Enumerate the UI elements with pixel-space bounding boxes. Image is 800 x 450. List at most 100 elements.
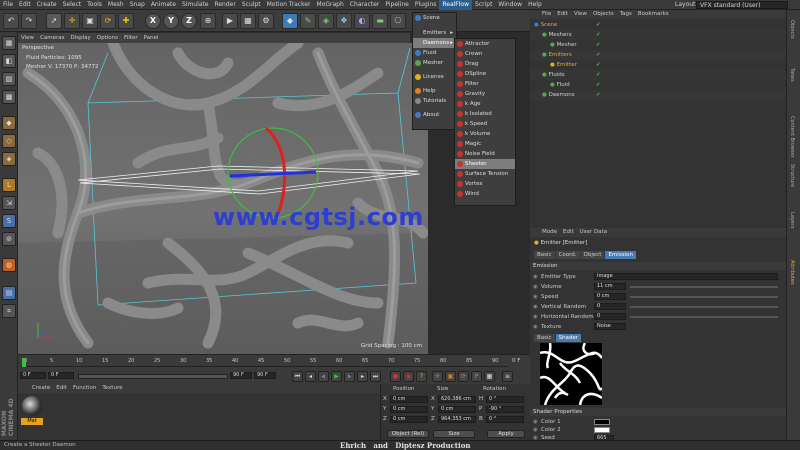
subtab-basic[interactable]: Basic (534, 334, 555, 342)
menu-help[interactable]: Help (525, 0, 545, 10)
max-frame-field[interactable]: 90 F (230, 372, 252, 379)
select-tool-icon[interactable]: ➚ (46, 13, 62, 29)
realflow-menu-license[interactable]: License (413, 72, 456, 82)
param-slider[interactable] (630, 316, 778, 318)
position-field-z[interactable]: 0 cm (390, 416, 428, 423)
subdivision-icon[interactable]: ◈ (318, 13, 334, 29)
tweak-mode-icon[interactable]: ⇲ (2, 196, 16, 210)
x-axis-lock[interactable]: X (145, 13, 161, 29)
daemon-item-k-volume[interactable]: k Volume (455, 129, 515, 139)
noise-shader-preview[interactable] (540, 343, 602, 405)
position-field-x[interactable]: 0 cm (390, 396, 428, 403)
menu-tools[interactable]: Tools (84, 0, 105, 10)
parameter-key-icon[interactable]: P (471, 371, 482, 382)
snapping-icon[interactable]: S (2, 214, 16, 228)
om-menu-edit[interactable]: Edit (557, 11, 568, 17)
timeline-settings-icon[interactable]: ≡ (502, 371, 513, 382)
perspective-viewport[interactable]: Perspective Fluid Particles: 1095 Mesher… (18, 43, 428, 354)
daemon-item-attractor[interactable]: Attractor (455, 39, 515, 49)
side-tab-takes[interactable]: Takes (789, 68, 795, 82)
side-tab-content-browser[interactable]: Content Browser (789, 116, 795, 158)
render-picture-viewer-icon[interactable]: ▦ (240, 13, 256, 29)
goto-end-icon[interactable]: ⏭ (370, 371, 381, 382)
material-menu-create[interactable]: Create (32, 385, 50, 391)
side-tab-structure[interactable]: Structure (789, 164, 795, 187)
daemon-item-drag[interactable]: Drag (455, 59, 515, 69)
param-value[interactable]: 11 cm (594, 283, 626, 290)
material-menu-texture[interactable]: Texture (102, 385, 122, 391)
realflow-menu-about[interactable]: About (413, 110, 456, 120)
deformer-icon[interactable]: ◐ (354, 13, 370, 29)
material-menu-function[interactable]: Function (73, 385, 96, 391)
next-frame-icon[interactable]: ▹ (344, 371, 355, 382)
material-name[interactable]: Mat (21, 418, 43, 425)
menu-script[interactable]: Script (472, 0, 495, 10)
size-field-y[interactable]: 0 cm (438, 406, 476, 413)
menu-mesh[interactable]: Mesh (105, 0, 127, 10)
menu-animate[interactable]: Animate (148, 0, 179, 10)
animate-dot-icon[interactable]: ◉ (533, 272, 538, 282)
param-value[interactable]: 0 (594, 303, 626, 310)
object-tree-item[interactable]: ● Daemons ✔ (530, 90, 786, 100)
realflow-menu-mesher[interactable]: Mesher (413, 58, 456, 68)
menu-simulate[interactable]: Simulate (179, 0, 212, 10)
redo-icon[interactable]: ↷ (21, 13, 37, 29)
om-menu-file[interactable]: File (542, 11, 551, 17)
attr-menu-user-data[interactable]: User Data (580, 229, 607, 235)
viewport-menu-options[interactable]: Options (94, 33, 121, 43)
daemon-item-k-speed[interactable]: k Speed (455, 119, 515, 129)
tab-object[interactable]: Object (580, 251, 605, 259)
animate-dot-icon[interactable]: ◉ (533, 282, 538, 292)
side-tab-objects[interactable]: Objects (789, 20, 795, 39)
keyframe-selection-icon[interactable]: ? (416, 371, 427, 382)
layout-dropdown[interactable]: VFX standard (User) (696, 1, 788, 9)
prev-key-icon[interactable]: ◂ (305, 371, 316, 382)
om-menu-bookmarks[interactable]: Bookmarks (638, 11, 669, 17)
color-1-swatch[interactable] (594, 419, 610, 425)
attr-menu-edit[interactable]: Edit (563, 229, 574, 235)
daemon-item-surface-tension[interactable]: Surface Tension (455, 169, 515, 179)
visibility-check-icon[interactable]: ✔ (596, 50, 601, 60)
rotation-key-icon[interactable]: ⟳ (458, 371, 469, 382)
menu-edit[interactable]: Edit (16, 0, 34, 10)
menu-file[interactable]: File (0, 0, 16, 10)
om-menu-view[interactable]: View (574, 11, 587, 17)
animate-dot-icon[interactable]: ◉ (533, 292, 538, 302)
side-tab-layers[interactable]: Layers (789, 212, 795, 229)
visibility-check-icon[interactable]: ✔ (596, 70, 601, 80)
menu-window[interactable]: Window (495, 0, 525, 10)
realflow-menu-emitters[interactable]: Emitters ▸ (413, 28, 456, 38)
undo-icon[interactable]: ↶ (3, 13, 19, 29)
rotation-field-p[interactable]: -90 ° (486, 406, 524, 413)
daemon-item-noise-field[interactable]: Noise Field (455, 149, 515, 159)
daemon-item-sheeter[interactable]: Sheeter (455, 159, 515, 169)
object-tree-item[interactable]: ● Mesher ✔ (530, 40, 786, 50)
object-tree-item[interactable]: ● Scene ✔ (530, 20, 786, 30)
realflow-menu-scene[interactable]: Scene (413, 13, 456, 23)
model-mode-icon[interactable]: ◧ (2, 54, 16, 68)
play-icon[interactable]: ▶ (331, 371, 342, 382)
object-tree-item[interactable]: ● Fluids ✔ (530, 70, 786, 80)
visibility-check-icon[interactable]: ✔ (596, 20, 601, 30)
menu-realflow[interactable]: RealFlow (439, 0, 473, 10)
start-frame-field[interactable]: 0 F (20, 372, 46, 379)
cube-primitive-icon[interactable]: ◆ (282, 13, 298, 29)
param-slider[interactable] (630, 296, 778, 298)
preview-range-slider[interactable] (78, 374, 228, 379)
cloner-icon[interactable]: ❖ (336, 13, 352, 29)
viewport-menu-filter[interactable]: Filter (121, 33, 141, 43)
daemon-item-magic[interactable]: Magic (455, 139, 515, 149)
render-view-icon[interactable]: ▶ (222, 13, 238, 29)
menu-select[interactable]: Select (60, 0, 85, 10)
viewport-menu-panel[interactable]: Panel (141, 33, 162, 43)
soft-selection-icon[interactable]: ◍ (2, 258, 16, 272)
z-axis-lock[interactable]: Z (181, 13, 197, 29)
param-slider[interactable] (630, 306, 778, 308)
grid-icon[interactable]: ▤ (2, 286, 16, 300)
tab-emission[interactable]: Emission (605, 251, 636, 259)
daemon-item-k-age[interactable]: k Age (455, 99, 515, 109)
menu-plugins[interactable]: Plugins (412, 0, 440, 10)
timeline-ruler[interactable]: 051015202530354045505560657075808590 (20, 357, 508, 367)
menu-create[interactable]: Create (34, 0, 60, 10)
daemon-item-dspline[interactable]: DSpline (455, 69, 515, 79)
